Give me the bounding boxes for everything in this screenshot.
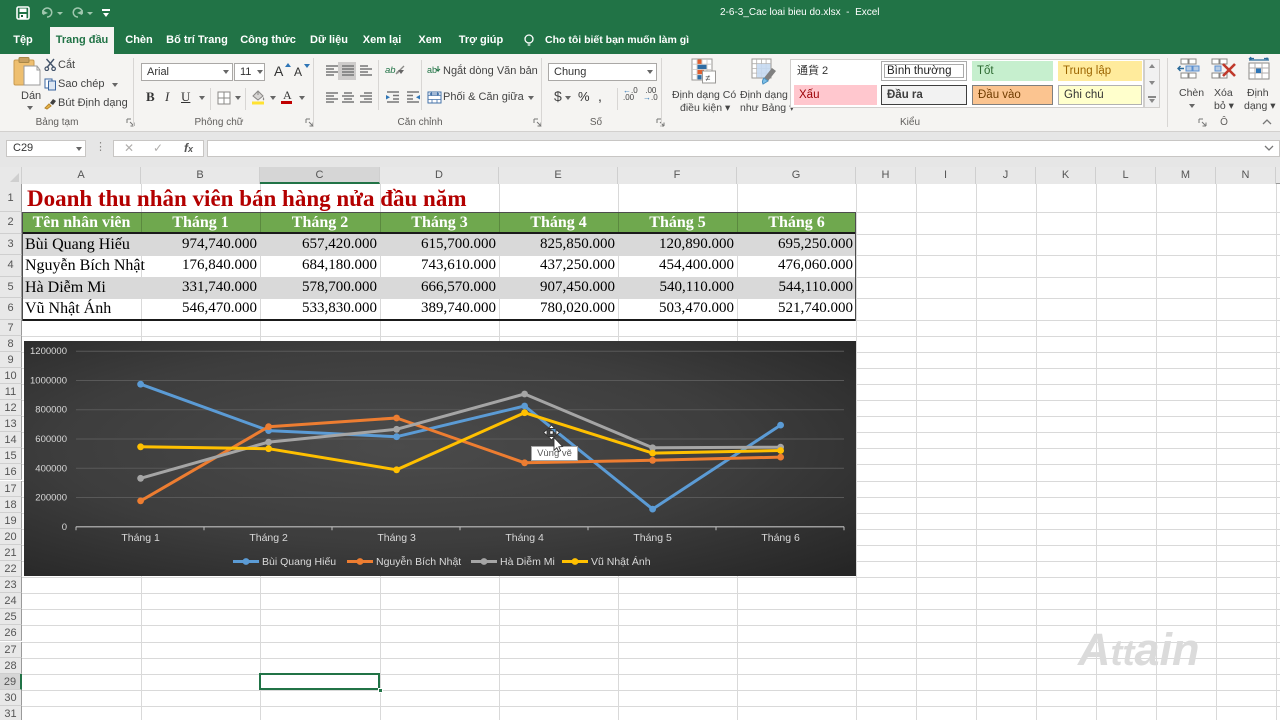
svg-text:Tháng 2: Tháng 2	[249, 532, 288, 544]
svg-text:Hà Diễm Mi: Hà Diễm Mi	[500, 555, 555, 568]
svg-text:Tháng 1: Tháng 1	[121, 532, 160, 544]
svg-text:Tháng 6: Tháng 6	[761, 532, 800, 544]
svg-text:Tháng 3: Tháng 3	[377, 532, 416, 544]
svg-text:200000: 200000	[35, 493, 67, 504]
svg-text:Vũ Nhật Ánh: Vũ Nhật Ánh	[591, 555, 651, 568]
svg-text:Bùi Quang Hiếu: Bùi Quang Hiếu	[262, 556, 336, 568]
svg-text:Tháng 5: Tháng 5	[633, 532, 672, 544]
svg-text:≠: ≠	[706, 73, 711, 83]
svg-text:Tháng 4: Tháng 4	[505, 532, 544, 544]
svg-text:0: 0	[62, 522, 67, 533]
svg-text:Nguyễn Bích Nhật: Nguyễn Bích Nhật	[376, 555, 461, 568]
svg-text:ab: ab	[427, 65, 437, 75]
svg-text:1200000: 1200000	[30, 346, 67, 357]
svg-text:1000000: 1000000	[30, 376, 67, 387]
svg-text:800000: 800000	[35, 405, 67, 416]
svg-text:600000: 600000	[35, 434, 67, 445]
svg-text:ab: ab	[385, 65, 396, 76]
svg-text:400000: 400000	[35, 463, 67, 474]
